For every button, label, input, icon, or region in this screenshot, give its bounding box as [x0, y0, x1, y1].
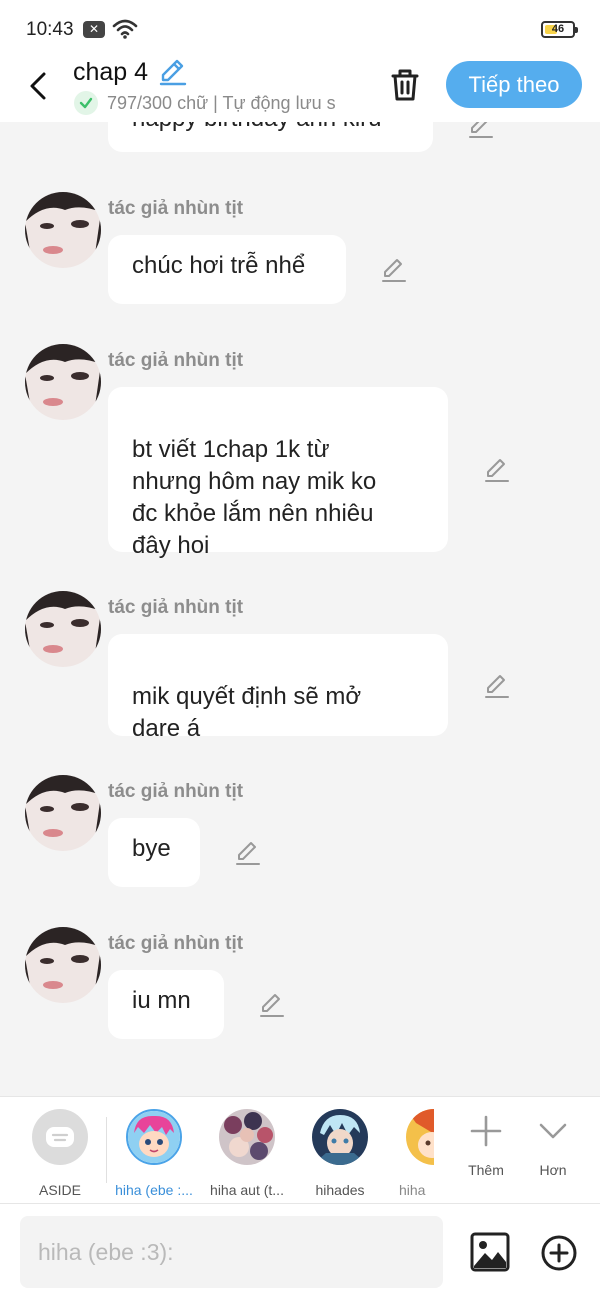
more-label: Hơn	[539, 1162, 567, 1178]
message-bubble[interactable]: chúc hơi trễ nhể	[108, 235, 346, 304]
edit-message-icon[interactable]	[483, 456, 511, 484]
edit-message-icon[interactable]	[258, 991, 286, 1019]
author-name: tác giả nhùn tịt	[108, 597, 244, 618]
message-text: happy birthday anh kiru	[132, 122, 382, 132]
status-time: 10:43	[26, 19, 74, 40]
plus-icon	[470, 1115, 502, 1147]
editor-header: chap 4 797/300 chữ | Tự động lưu s Tiếp …	[0, 58, 600, 122]
autosave-status: 797/300 chữ | Tự động lưu s	[74, 91, 359, 115]
aside-icon	[32, 1109, 88, 1165]
word-count-status: 797/300 chữ | Tự động lưu s	[107, 92, 336, 113]
notification-icon: ✕	[83, 21, 105, 38]
message-bubble[interactable]: bt viết 1chap 1k từ nhưng hôm nay mik ko…	[108, 387, 448, 559]
edit-message-icon[interactable]	[380, 256, 408, 284]
message-text: mik quyết định sẽ mở dare á	[132, 683, 362, 742]
author-avatar[interactable]	[25, 192, 101, 268]
chat-area[interactable]: happy birthday anh kiru tác giả nhùn tịt…	[0, 122, 600, 1096]
divider	[106, 1117, 107, 1183]
wifi-icon	[112, 19, 138, 39]
edit-message-icon[interactable]	[467, 122, 495, 140]
character-name: hiha aut (t...	[210, 1182, 284, 1198]
message-text: bye	[132, 835, 171, 862]
character-name: hihades	[315, 1182, 365, 1198]
status-bar: 10:43 ✕ 46	[0, 0, 600, 58]
input-bar	[0, 1204, 600, 1300]
character-avatar	[126, 1109, 182, 1165]
author-name: tác giả nhùn tịt	[108, 198, 244, 219]
author-avatar[interactable]	[25, 775, 101, 851]
character-hiha-aut[interactable]: hiha aut (t...	[207, 1109, 287, 1198]
message-bubble-partial[interactable]: happy birthday anh kiru	[108, 122, 433, 152]
battery-icon: 46	[541, 21, 578, 38]
add-character-button[interactable]: Thêm	[456, 1109, 516, 1178]
character-avatar	[219, 1109, 275, 1165]
battery-level: 46	[551, 23, 565, 35]
image-icon[interactable]	[470, 1232, 510, 1272]
next-button[interactable]: Tiếp theo	[446, 61, 582, 108]
character-hihades[interactable]: hihades	[300, 1109, 380, 1198]
message-bubble[interactable]: iu mn	[108, 970, 224, 1039]
author-name: tác giả nhùn tịt	[108, 781, 244, 802]
edit-message-icon[interactable]	[234, 839, 262, 867]
character-hiha-ebe[interactable]: hiha (ebe :...	[114, 1109, 194, 1198]
edit-message-icon[interactable]	[483, 672, 511, 700]
character-avatar	[406, 1109, 434, 1165]
more-button[interactable]: Hơn	[523, 1109, 583, 1178]
character-bar: ASIDE hiha (ebe :... hiha aut (t... hiha…	[0, 1096, 600, 1204]
character-name: hiha	[399, 1182, 426, 1198]
add-label: Thêm	[468, 1162, 504, 1178]
chapter-title[interactable]: chap 4	[73, 58, 148, 87]
message-text: bt viết 1chap 1k từ nhưng hôm nay mik ko…	[132, 436, 377, 559]
message-bubble[interactable]: bye	[108, 818, 200, 887]
author-name: tác giả nhùn tịt	[108, 933, 244, 954]
aside-label: ASIDE	[38, 1182, 81, 1198]
check-icon	[74, 91, 98, 115]
character-hiha-partial[interactable]: hiha	[394, 1109, 434, 1198]
message-text: chúc hơi trễ nhể	[132, 252, 306, 279]
author-name: tác giả nhùn tịt	[108, 350, 244, 371]
chevron-left-icon	[30, 72, 46, 100]
edit-title-icon[interactable]	[158, 58, 188, 86]
message-input[interactable]	[20, 1216, 443, 1288]
character-name: hiha (ebe :...	[115, 1182, 193, 1198]
message-text: iu mn	[132, 987, 191, 1014]
character-avatar	[312, 1109, 368, 1165]
author-avatar[interactable]	[25, 591, 101, 667]
chevron-down-icon	[539, 1123, 567, 1139]
aside-button[interactable]: ASIDE	[20, 1109, 100, 1198]
trash-icon[interactable]	[385, 66, 425, 106]
author-avatar[interactable]	[25, 344, 101, 420]
author-avatar[interactable]	[25, 927, 101, 1003]
back-button[interactable]	[18, 64, 58, 108]
add-circle-icon[interactable]	[540, 1234, 578, 1272]
message-bubble[interactable]: mik quyết định sẽ mở dare á	[108, 634, 448, 742]
